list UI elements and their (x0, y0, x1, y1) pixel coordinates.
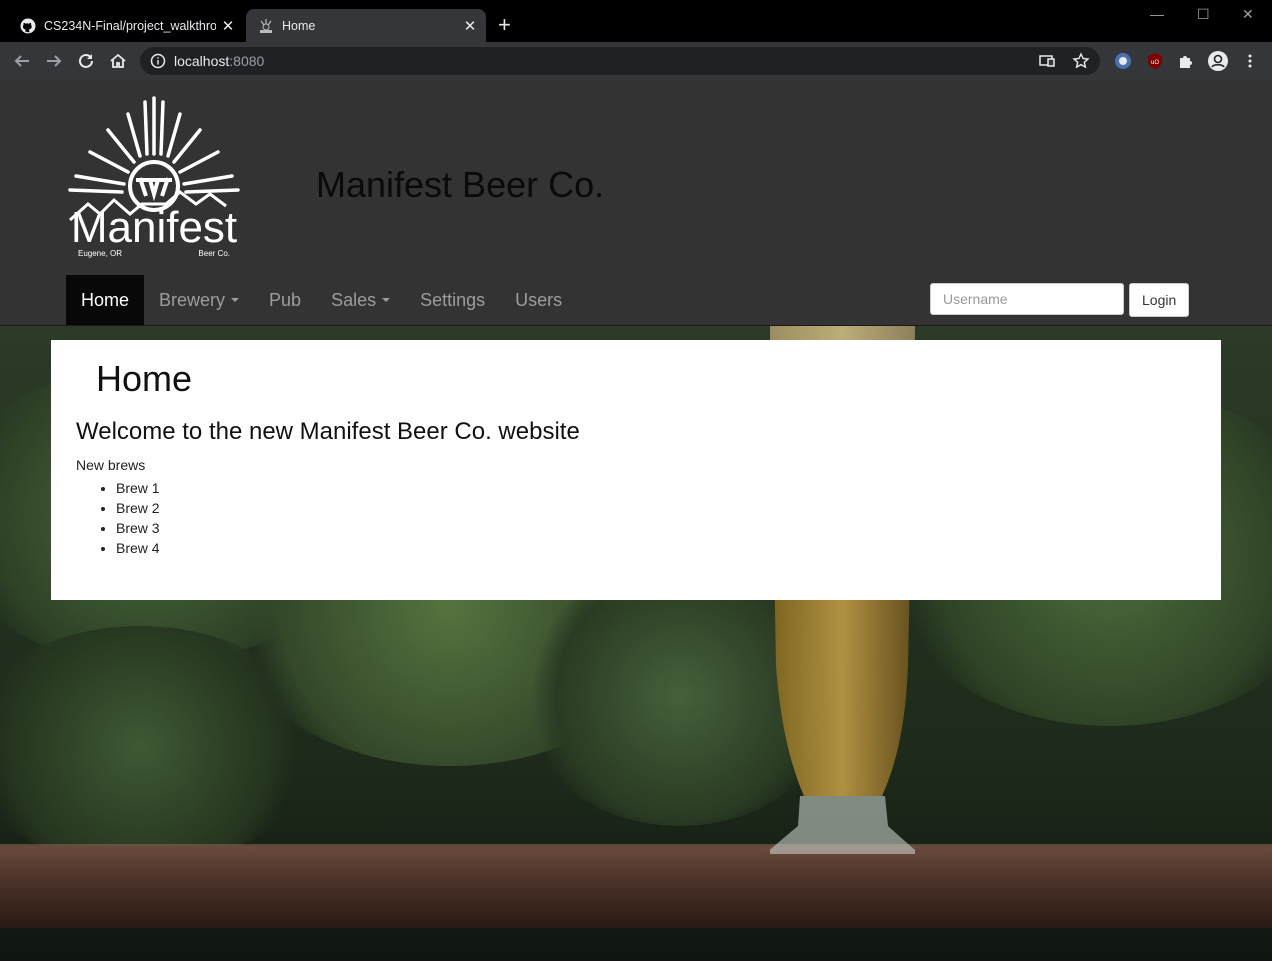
home-icon[interactable] (107, 50, 129, 72)
tab-home[interactable]: Home ✕ (246, 9, 486, 42)
reload-icon[interactable] (75, 50, 97, 72)
browser-toolbar: localhost:8080 uO (0, 42, 1272, 80)
tab-strip: CS234N-Final/project_walkthroug ✕ Home ✕… (0, 0, 1272, 42)
bookmark-star-icon[interactable] (1072, 52, 1090, 75)
brew-list: Brew 1 Brew 2 Brew 3 Brew 4 (76, 478, 160, 558)
list-item: Brew 2 (116, 498, 160, 518)
url-text: localhost:8080 (174, 53, 265, 69)
list-item: Brew 1 (116, 478, 160, 498)
nav-item-label: Sales (331, 289, 377, 310)
nav-item-brewery[interactable]: Brewery (144, 275, 254, 325)
svg-text:uO: uO (1151, 60, 1159, 66)
github-icon (20, 18, 36, 34)
site-info-icon[interactable] (150, 53, 166, 74)
cast-icon[interactable] (1038, 52, 1056, 75)
close-tab-icon[interactable]: ✕ (458, 17, 482, 35)
new-brews-label: New brews (76, 457, 146, 473)
manifest-favicon-icon (258, 18, 274, 34)
logo-wordmark: Manifest (71, 203, 237, 252)
nav-item-label: Brewery (159, 289, 226, 310)
back-icon[interactable] (11, 50, 33, 72)
nav-item-label: Pub (269, 289, 302, 310)
extension-translate-icon[interactable] (1112, 50, 1134, 72)
nav-item-label: Users (515, 289, 563, 310)
ublock-icon[interactable]: uO (1144, 50, 1166, 72)
address-bar[interactable]: localhost:8080 (140, 47, 1100, 75)
new-tab-icon[interactable]: + (498, 14, 511, 36)
caret-down-icon (231, 298, 240, 302)
manifest-logo[interactable]: Manifest Eugene, OR Beer Co. (66, 94, 242, 260)
logo-location: Eugene, OR (78, 249, 122, 258)
extensions-puzzle-icon[interactable] (1175, 50, 1197, 72)
list-item: Brew 3 (116, 518, 160, 538)
menu-kebab-icon[interactable] (1239, 50, 1261, 72)
tab-title: CS234N-Final/project_walkthroug (44, 18, 216, 33)
nav-item-users[interactable]: Users (500, 275, 577, 325)
profile-avatar-icon[interactable] (1207, 50, 1229, 72)
maximize-icon[interactable]: ☐ (1197, 6, 1210, 23)
nav-item-pub[interactable]: Pub (254, 275, 316, 325)
list-item: Brew 4 (116, 538, 160, 558)
minimize-icon[interactable]: — (1150, 6, 1164, 22)
page-heading: Home (96, 358, 193, 399)
nav-item-label: Settings (420, 289, 486, 310)
close-window-icon[interactable]: ✕ (1242, 6, 1254, 23)
wooden-shelf (0, 846, 1272, 928)
tab-github[interactable]: CS234N-Final/project_walkthroug ✕ (8, 9, 244, 42)
caret-down-icon (382, 298, 391, 302)
nav-item-home[interactable]: Home (66, 275, 145, 325)
nav-item-settings[interactable]: Settings (405, 275, 500, 325)
logo-tagline: Beer Co. (198, 249, 230, 258)
username-input[interactable] (930, 283, 1124, 315)
site-title: Manifest Beer Co. (316, 164, 605, 205)
welcome-heading: Welcome to the new Manifest Beer Co. web… (76, 418, 580, 445)
main-nav: Home Brewery Pub Sales Settings Users (66, 275, 577, 325)
nav-item-label: Home (81, 289, 130, 310)
site-header: Manifest Eugene, OR Beer Co. Manifest Be… (0, 80, 1272, 326)
login-button[interactable]: Login (1129, 283, 1190, 317)
content-panel: Home Welcome to the new Manifest Beer Co… (51, 340, 1221, 600)
forward-icon[interactable] (43, 50, 65, 72)
web-page: Manifest Eugene, OR Beer Co. Manifest Be… (0, 80, 1272, 961)
login-form: Login (930, 283, 1190, 317)
nav-item-sales[interactable]: Sales (316, 275, 405, 325)
tab-title: Home (282, 18, 316, 33)
close-tab-icon[interactable]: ✕ (216, 17, 240, 35)
